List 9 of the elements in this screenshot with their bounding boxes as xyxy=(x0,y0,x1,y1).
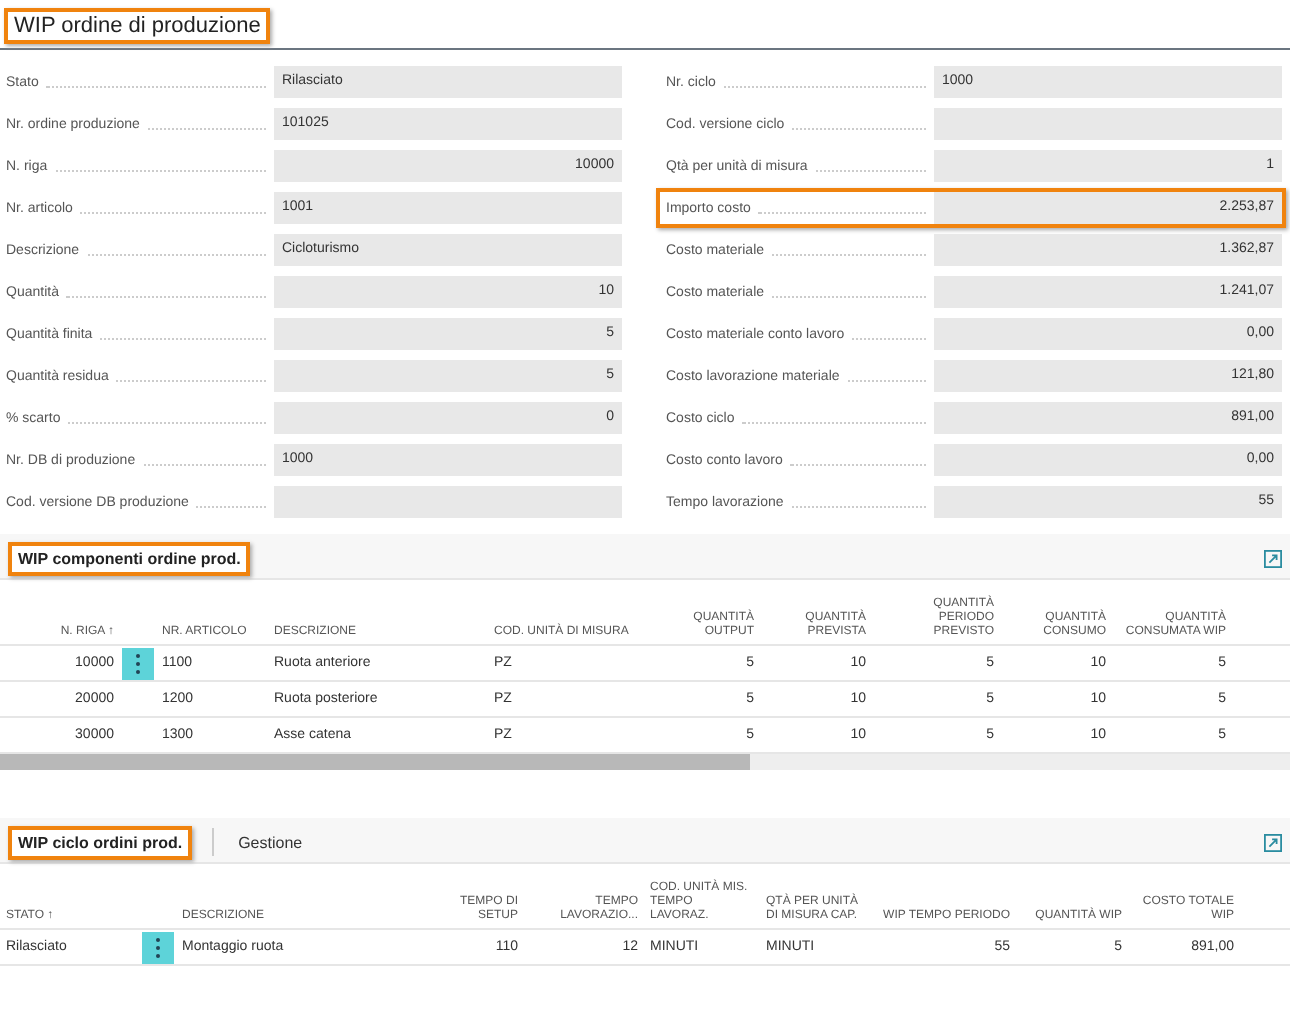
scrollbar-thumb[interactable] xyxy=(0,754,750,770)
page-title: WIP ordine di produzione xyxy=(4,8,271,44)
section-title: WIP componenti ordine prod. xyxy=(8,541,251,575)
row-menu-icon[interactable] xyxy=(142,931,174,963)
action-button[interactable]: Gestione xyxy=(234,829,307,855)
row-menu-icon[interactable] xyxy=(122,647,154,679)
expand-icon[interactable] xyxy=(1264,549,1282,567)
expand-icon[interactable] xyxy=(1264,833,1282,851)
section-title: WIP ciclo ordini prod. xyxy=(8,825,193,859)
